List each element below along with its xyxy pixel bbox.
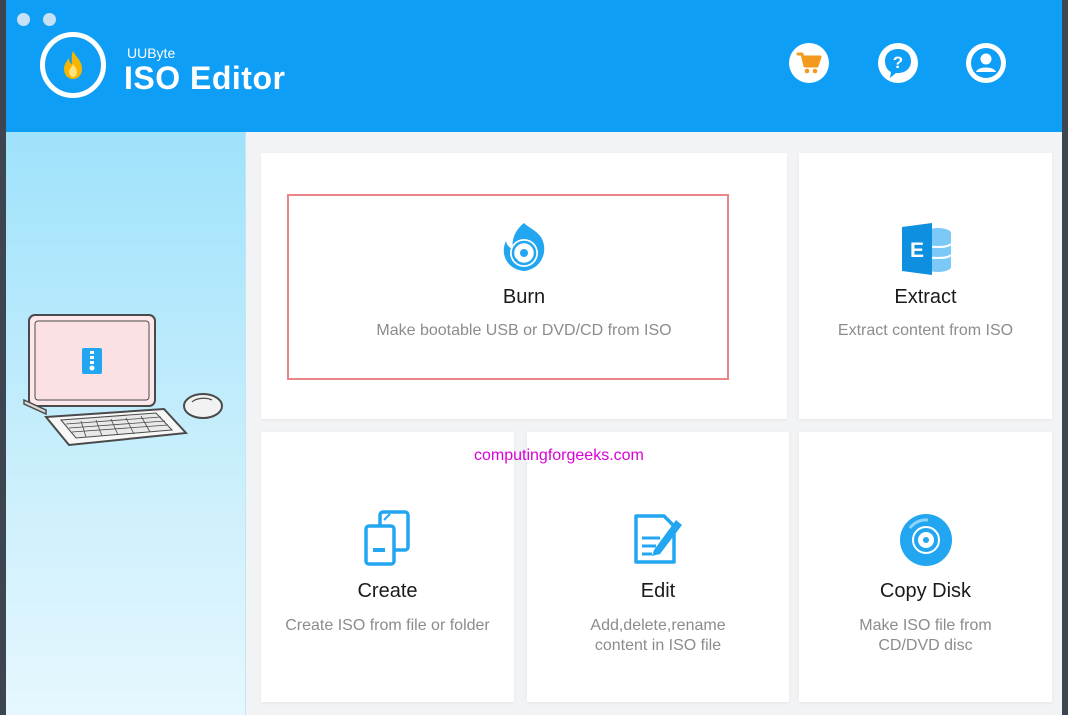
flame-icon — [64, 51, 82, 79]
window-minimize-button[interactable] — [43, 13, 56, 26]
create-card[interactable]: Create Create ISO from file or folder — [261, 432, 514, 702]
edit-card[interactable]: Edit Add,delete,rename content in ISO fi… — [527, 432, 789, 702]
brand-vendor: UUByte — [127, 45, 176, 61]
copy-disk-card[interactable]: Copy Disk Make ISO file from CD/DVD disc — [799, 432, 1052, 702]
sidebar — [6, 132, 246, 715]
cart-button[interactable] — [789, 43, 829, 83]
edit-pencil-icon — [634, 514, 682, 564]
burn-selection-highlight — [287, 194, 729, 380]
copy-disk-icon — [899, 514, 952, 566]
create-description: Create ISO from file or folder — [285, 617, 490, 634]
window-close-button[interactable] — [17, 13, 30, 26]
create-files-icon — [363, 510, 410, 566]
edit-description-line1: Add,delete,rename — [590, 617, 726, 634]
extract-database-icon: E — [901, 223, 952, 275]
user-icon — [971, 48, 1001, 78]
extract-title: Extract — [894, 286, 957, 308]
copy-disk-title: Copy Disk — [879, 580, 972, 602]
laptop-illustration — [23, 314, 223, 447]
app-window: UUByte ISO Editor ? Burn Make bootable U… — [6, 0, 1062, 715]
copy-disk-description-line2: CD/DVD disc — [878, 637, 973, 654]
svg-text:?: ? — [893, 53, 903, 72]
extract-card[interactable]: E Extract Extract content from ISO — [799, 153, 1052, 419]
app-title: ISO Editor — [124, 60, 286, 96]
edit-description-line2: content in ISO file — [594, 637, 722, 654]
question-icon: ? — [885, 49, 911, 78]
account-button[interactable] — [966, 43, 1006, 83]
copy-disk-description-line1: Make ISO file from — [859, 617, 992, 634]
create-title: Create — [357, 580, 418, 602]
help-button[interactable]: ? — [878, 43, 918, 83]
edit-title: Edit — [640, 580, 676, 602]
watermark-text: computingforgeeks.com — [474, 447, 644, 464]
app-logo — [40, 32, 106, 98]
extract-description: Extract content from ISO — [837, 322, 1014, 339]
cart-icon — [796, 52, 822, 74]
svg-text:E: E — [909, 239, 923, 262]
header-bar: UUByte ISO Editor ? — [6, 0, 1062, 132]
